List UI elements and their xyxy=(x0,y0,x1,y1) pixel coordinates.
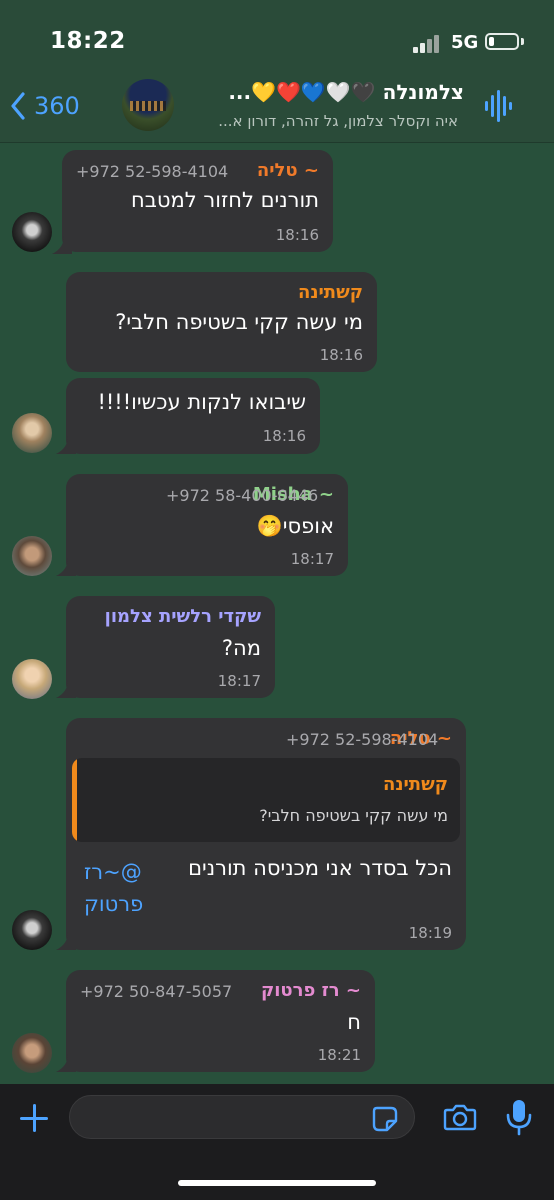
message-text: שיבואו לנקות עכשיו!!!! xyxy=(97,390,306,414)
message-phone[interactable]: +972 52-598-4104 xyxy=(286,730,438,749)
avatar[interactable] xyxy=(12,212,52,252)
bubble-tail xyxy=(56,680,76,698)
message-bubble[interactable]: ~ טליה +972 52-598-4104 תורנים לחזור למט… xyxy=(62,150,333,252)
message-body: הכל בסדר אני מכניסה תורנים xyxy=(188,856,452,880)
message-text: הכל בסדר אני מכניסה תורנים xyxy=(188,856,452,880)
camera-icon[interactable] xyxy=(443,1102,477,1132)
message-sender: ~ טליה xyxy=(256,160,319,181)
message-time: 18:19 xyxy=(408,924,452,942)
message-text: מי עשה קקי בשטיפה חלבי? xyxy=(115,310,363,334)
back-button[interactable]: 360 xyxy=(10,88,80,124)
message-bubble[interactable]: ~ רז פרטוק +972 50-847-5057 ח 18:21 xyxy=(66,970,375,1072)
message-sender: קשתינה xyxy=(297,282,363,303)
home-indicator xyxy=(178,1180,376,1186)
bubble-tail xyxy=(52,236,72,254)
microphone-icon[interactable] xyxy=(505,1098,533,1136)
message-time: 18:16 xyxy=(319,346,363,364)
sticker-icon[interactable] xyxy=(371,1105,399,1133)
avatar[interactable] xyxy=(12,536,52,576)
message-bubble[interactable]: קשתינה מי עשה קקי בשטיפה חלבי? 18:16 xyxy=(66,272,377,372)
battery-icon xyxy=(485,33,519,50)
avatar[interactable] xyxy=(12,413,52,453)
network-label: 5G xyxy=(451,32,479,53)
message-text: ח xyxy=(347,1010,361,1034)
message-text: תורנים לחזור למטבח xyxy=(131,188,319,212)
avatar[interactable] xyxy=(12,910,52,950)
quote-accent-bar xyxy=(72,758,77,842)
group-title[interactable]: צלמונלה 🖤🤍💙❤️💛... xyxy=(228,80,464,104)
message-phone[interactable]: +972 50-847-5057 xyxy=(80,982,232,1001)
status-bar: 18:22 5G xyxy=(0,0,554,70)
bubble-tail xyxy=(56,436,76,454)
mention-text[interactable]: @~רז פרטוק xyxy=(84,856,174,916)
back-count: 360 xyxy=(34,92,80,120)
message-time: 18:21 xyxy=(317,1046,361,1064)
avatar[interactable] xyxy=(12,1033,52,1073)
message-phone[interactable]: +972 52-598-4104 xyxy=(76,162,228,181)
message-time: 18:16 xyxy=(262,427,306,445)
quoted-message[interactable]: קשתינה מי עשה קקי בשטיפה חלבי? xyxy=(72,758,460,842)
message-time: 18:16 xyxy=(275,226,319,244)
message-time: 18:17 xyxy=(290,550,334,568)
waveform-icon[interactable] xyxy=(483,90,513,122)
message-bubble[interactable]: ~ Misha +972 58-400-0446 אופסי🤭 18:17 xyxy=(66,474,348,576)
message-text: אופסי🤭 xyxy=(256,514,334,538)
avatar[interactable] xyxy=(12,659,52,699)
message-time: 18:17 xyxy=(217,672,261,690)
message-bubble[interactable]: שקדי רלשית צלמון מה? 18:17 xyxy=(66,596,275,698)
bubble-tail xyxy=(56,1054,76,1072)
plus-icon[interactable] xyxy=(18,1102,50,1134)
bubble-tail xyxy=(56,932,76,950)
chevron-left-icon xyxy=(11,92,25,120)
battery-tip xyxy=(521,38,524,45)
group-members[interactable]: איה וקסלר צלמון, גל זהרה, דורון א... xyxy=(218,112,458,130)
signal-icon xyxy=(413,35,443,53)
message-phone[interactable]: +972 58-400-0446 xyxy=(166,486,318,505)
message-bubble[interactable]: שיבואו לנקות עכשיו!!!! 18:16 xyxy=(66,378,320,454)
chat-header: 360 צלמונלה 🖤🤍💙❤️💛... איה וקסלר צלמון, ג… xyxy=(0,70,554,143)
status-time: 18:22 xyxy=(50,28,126,54)
quoted-text: מי עשה קקי בשטיפה חלבי? xyxy=(259,806,448,825)
message-input[interactable] xyxy=(69,1095,415,1139)
message-sender: שקדי רלשית צלמון xyxy=(104,606,261,627)
bubble-tail xyxy=(56,558,76,576)
quoted-sender: קשתינה xyxy=(382,774,448,795)
message-text: מה? xyxy=(221,636,261,660)
group-avatar[interactable] xyxy=(122,79,174,131)
message-sender: ~ רז פרטוק xyxy=(261,980,361,1001)
